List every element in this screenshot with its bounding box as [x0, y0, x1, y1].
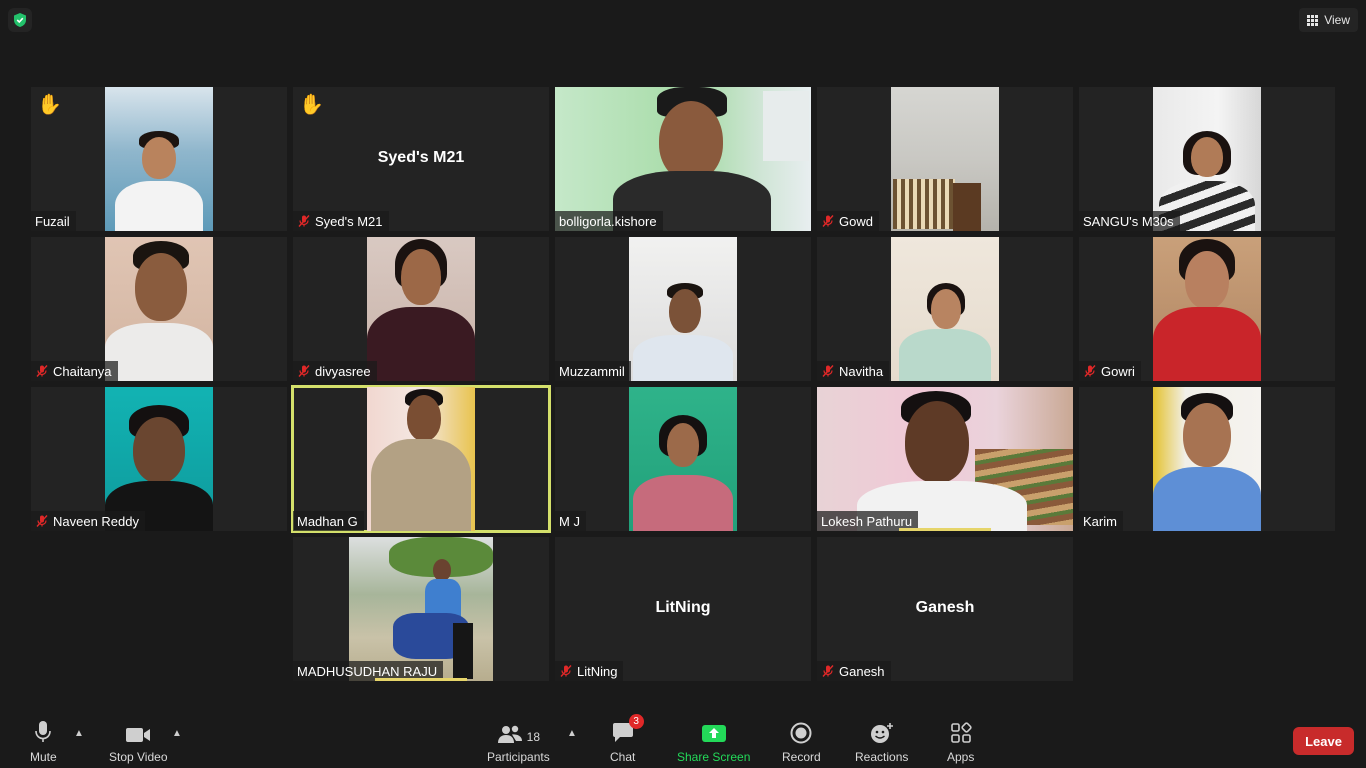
apps-button[interactable]: Apps: [947, 720, 974, 764]
participant-name-label: SANGU's M30s: [1079, 211, 1180, 231]
participant-tile[interactable]: Muzzammil: [555, 237, 811, 381]
participant-tile[interactable]: ✋ Fuzail: [31, 87, 287, 231]
video-feed: [817, 387, 1073, 531]
participant-name-label: Syed's M21: [293, 211, 389, 231]
reactions-button[interactable]: Reactions: [855, 720, 908, 764]
chevron-up-icon[interactable]: ▲: [567, 728, 577, 739]
zoom-meeting-window: View ✋ Fuzail ✋ Syed's M21 Syed's M21 bo…: [0, 0, 1366, 768]
participant-name-label: Fuzail: [31, 211, 76, 231]
participant-display-name: Syed's M21: [377, 149, 465, 166]
video-feed: [105, 237, 213, 381]
participant-name-label: Chaitanya: [31, 361, 118, 381]
participant-name-label: LitNing: [555, 661, 624, 681]
participant-name-label: Karim: [1079, 511, 1123, 531]
mute-button[interactable]: Mute: [30, 720, 57, 764]
participant-tile[interactable]: divyasree: [293, 237, 549, 381]
video-feed: [105, 87, 213, 231]
chat-unread-badge: 3: [628, 714, 644, 729]
muted-mic-icon: [35, 364, 49, 378]
record-icon: [790, 720, 812, 744]
video-camera-icon: [125, 720, 151, 744]
participant-tile[interactable]: Ganesh Ganesh: [817, 537, 1073, 681]
participant-name-label: Muzzammil: [555, 361, 631, 381]
video-feed: [555, 87, 811, 231]
muted-mic-icon: [821, 364, 835, 378]
participant-display-name: LitNing: [655, 599, 711, 616]
muted-mic-icon: [559, 664, 573, 678]
view-button[interactable]: View: [1299, 8, 1358, 32]
participant-tile[interactable]: SANGU's M30s: [1079, 87, 1335, 231]
participant-tile[interactable]: M J: [555, 387, 811, 531]
participant-tile[interactable]: MADHUSUDHAN RAJU: [293, 537, 549, 681]
share-screen-button[interactable]: Share Screen: [677, 720, 750, 764]
participants-button[interactable]: 18 Participants: [487, 720, 550, 764]
participant-name-label: Navitha: [817, 361, 890, 381]
muted-mic-icon: [35, 514, 49, 528]
raised-hand-icon: ✋: [299, 94, 324, 116]
participants-icon: [497, 725, 522, 743]
chevron-up-icon[interactable]: ▲: [172, 728, 182, 739]
smiley-plus-icon: [869, 720, 895, 744]
grid-icon: [1307, 14, 1319, 26]
participant-tile[interactable]: Gowri: [1079, 237, 1335, 381]
participant-tile[interactable]: Naveen Reddy: [31, 387, 287, 531]
record-button[interactable]: Record: [782, 720, 821, 764]
video-feed: [367, 237, 475, 381]
participant-tile[interactable]: Navitha: [817, 237, 1073, 381]
meeting-toolbar: Mute ▲ Stop Video ▲ 18 Participants ▲ 3 …: [0, 712, 1366, 768]
video-feed: [1153, 87, 1261, 231]
muted-mic-icon: [821, 664, 835, 678]
video-feed: [105, 387, 213, 531]
chat-button[interactable]: 3 Chat: [610, 714, 644, 764]
video-feed: [349, 537, 493, 681]
video-feed: [629, 237, 737, 381]
participant-name-label: Gowd: [817, 211, 879, 231]
microphone-icon: [33, 720, 53, 744]
muted-mic-icon: [297, 364, 311, 378]
participant-name-label: Madhan G: [293, 511, 364, 531]
participant-display-name: Ganesh: [915, 599, 975, 616]
participant-tile[interactable]: ✋ Syed's M21 Syed's M21: [293, 87, 549, 231]
muted-mic-icon: [297, 214, 311, 228]
participant-tile[interactable]: LitNing LitNing: [555, 537, 811, 681]
participant-name-label: bolligorla.kishore: [555, 211, 663, 231]
video-feed: [629, 387, 737, 531]
participant-name-label: M J: [555, 511, 586, 531]
video-feed: [367, 387, 475, 531]
video-feed: [891, 237, 999, 381]
muted-mic-icon: [821, 214, 835, 228]
participant-tile[interactable]: Karim: [1079, 387, 1335, 531]
view-label: View: [1324, 13, 1350, 27]
participants-count: 18: [526, 730, 541, 744]
participant-tile[interactable]: Gowd: [817, 87, 1073, 231]
participant-name-label: Naveen Reddy: [31, 511, 145, 531]
participant-tile[interactable]: Chaitanya: [31, 237, 287, 381]
chevron-up-icon[interactable]: ▲: [74, 728, 84, 739]
video-feed: [891, 87, 999, 231]
participant-name-label: Ganesh: [817, 661, 891, 681]
speaking-indicator: [375, 678, 467, 681]
muted-mic-icon: [1083, 364, 1097, 378]
participant-tile[interactable]: Lokesh Pathuru: [817, 387, 1073, 531]
stop-video-button[interactable]: Stop Video: [109, 720, 168, 764]
video-feed: [1153, 237, 1261, 381]
share-screen-icon: [701, 720, 727, 744]
participant-tile-active-speaker[interactable]: Madhan G: [291, 385, 551, 533]
shield-check-icon[interactable]: [8, 8, 32, 32]
speaking-indicator: [899, 528, 991, 531]
video-feed: [1153, 387, 1261, 531]
participant-name-label: Gowri: [1079, 361, 1141, 381]
leave-button[interactable]: Leave: [1293, 727, 1354, 755]
raised-hand-icon: ✋: [37, 94, 62, 116]
participant-tile[interactable]: bolligorla.kishore: [555, 87, 811, 231]
apps-icon: [950, 720, 972, 744]
participant-name-label: divyasree: [293, 361, 377, 381]
